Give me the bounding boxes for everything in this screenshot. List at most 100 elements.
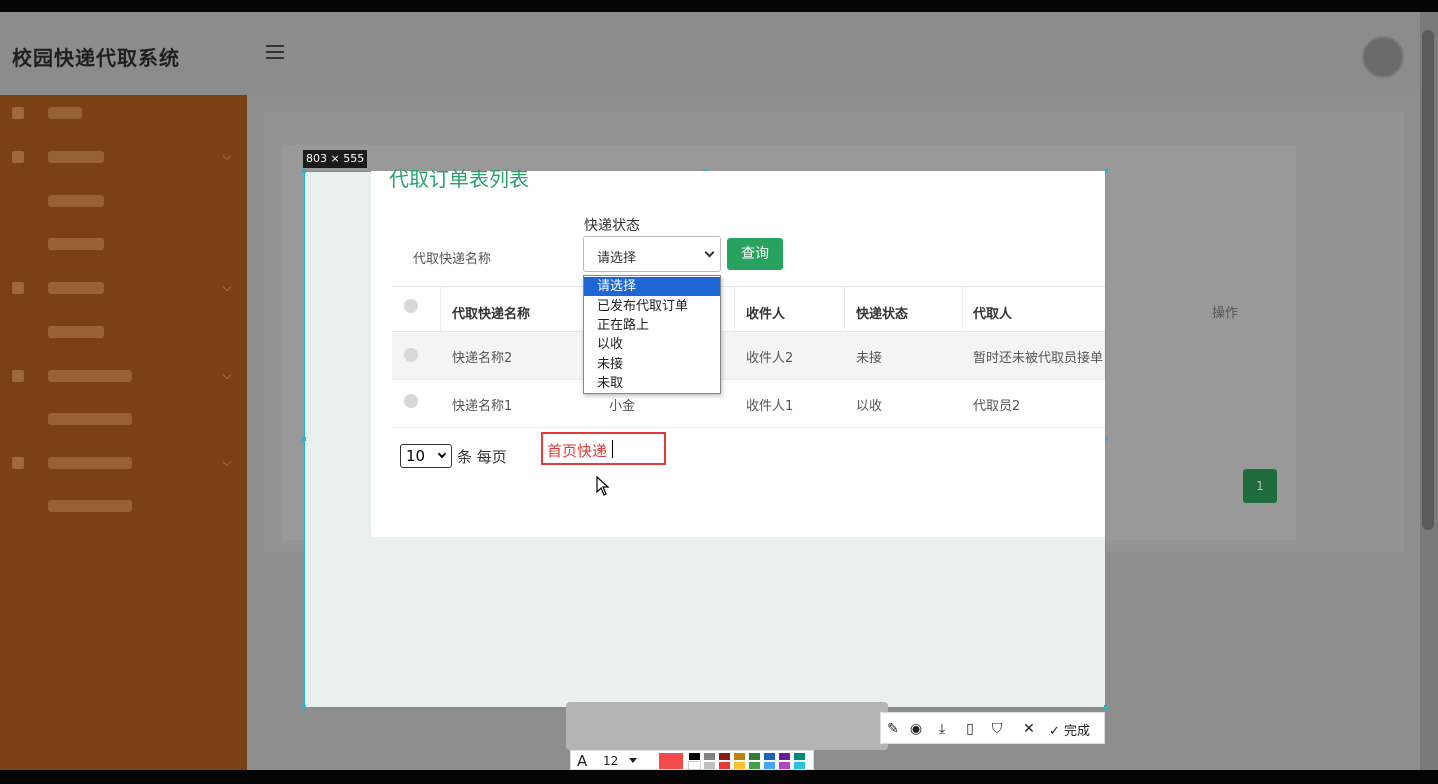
color-swatch[interactable] (719, 762, 730, 769)
table-header-recipient: 收件人 (746, 307, 786, 322)
sidebar-item-label (48, 238, 104, 250)
selection-handle[interactable] (1104, 705, 1108, 709)
sidebar (0, 95, 247, 770)
selection-handle[interactable] (302, 437, 306, 441)
sidebar-item-label (48, 500, 132, 512)
color-swatch[interactable] (749, 753, 760, 760)
chevron-down-icon (222, 457, 232, 467)
sidebar-item-label (48, 413, 132, 425)
selection-handle[interactable] (302, 169, 306, 173)
chevron-down-icon (222, 370, 232, 380)
selection-size-label: 803 × 555 (303, 150, 368, 168)
status-select[interactable]: 请选择 (583, 236, 721, 272)
pin-icon[interactable]: ✎ (884, 720, 902, 738)
save-icon[interactable]: ▯ (961, 720, 979, 738)
status-option[interactable]: 已发布代取订单 (584, 297, 720, 316)
chevron-down-icon (222, 151, 232, 161)
name-filter-label: 代取快递名称 (413, 252, 492, 267)
table-header-status: 快递状态 (856, 307, 909, 322)
sidebar-item-label (48, 151, 104, 163)
sidebar-item-home[interactable] (0, 95, 247, 135)
font-icon[interactable]: A (577, 752, 587, 770)
status-option[interactable]: 未取 (584, 374, 720, 393)
per-page-label: 条 每页 (457, 448, 507, 466)
status-option[interactable]: 请选择 (584, 277, 720, 296)
menu-icon (12, 151, 24, 163)
cell-sender: 小金 (609, 399, 636, 414)
table-header-actions: 操作 (1212, 306, 1239, 321)
sidebar-item-group-2[interactable] (0, 270, 247, 310)
cell-name: 快递名称2 (452, 351, 513, 366)
sidebar-item-label (48, 195, 104, 207)
page-size-select[interactable]: 10 (400, 444, 452, 468)
blurred-toolbar-region (566, 702, 888, 750)
sidebar-item-group-4[interactable] (0, 445, 247, 485)
table-header-courier: 代取人 (973, 307, 1013, 322)
status-option[interactable]: 以收 (584, 335, 720, 354)
page-number-button[interactable]: 1 (1243, 469, 1277, 503)
chevron-down-icon[interactable] (629, 758, 637, 763)
sidebar-subitem-1[interactable] (0, 183, 247, 223)
query-button[interactable]: 查询 (727, 238, 783, 270)
sidebar-item-label (48, 370, 132, 382)
sidebar-item-label (48, 326, 104, 338)
page-title: 代取订单表列表 (389, 167, 529, 191)
cell-recipient: 收件人1 (746, 399, 794, 414)
record-icon[interactable]: ◉ (907, 720, 925, 738)
cell-recipient: 收件人2 (746, 351, 794, 366)
done-button[interactable]: ✓ 完成 (1049, 720, 1090, 739)
status-option[interactable]: 未接 (584, 355, 720, 374)
sidebar-item-group-1[interactable] (0, 139, 247, 179)
color-swatch[interactable] (779, 753, 790, 760)
color-swatch[interactable] (764, 753, 775, 760)
cell-status: 未接 (856, 351, 883, 366)
font-size-value[interactable]: 12 (603, 754, 618, 768)
color-swatch[interactable] (794, 762, 805, 769)
color-swatch[interactable] (764, 762, 775, 769)
sidebar-subitem-5[interactable] (0, 488, 247, 528)
chevron-down-icon (437, 449, 447, 459)
bookmark-icon[interactable]: ⛉ (988, 720, 1006, 738)
menu-icon (12, 370, 24, 382)
close-icon[interactable]: ✕ (1020, 720, 1038, 738)
window-bottom-edge (0, 770, 1438, 784)
sidebar-item-label (48, 457, 132, 469)
color-swatch[interactable] (779, 762, 790, 769)
table-row[interactable]: 快递名称2 收件人2 未接 暂时还未被代取员接单 (392, 332, 1105, 380)
status-filter-label: 快递状态 (584, 218, 640, 234)
table-row[interactable]: 快递名称1 小金 收件人1 以收 代取员2 (392, 380, 1105, 428)
color-swatch[interactable] (719, 753, 730, 760)
download-icon[interactable]: ⤓ (933, 720, 951, 738)
sidebar-subitem-4[interactable] (0, 401, 247, 441)
window-top-edge (0, 0, 1438, 12)
color-swatch[interactable] (734, 762, 745, 769)
table-header-name: 代取快递名称 (452, 307, 531, 322)
current-color-swatch[interactable] (659, 753, 683, 769)
status-dropdown-list: 请选择 已发布代取订单 正在路上 以收 未接 未取 (583, 275, 721, 394)
row-checkbox[interactable] (404, 348, 418, 362)
color-swatch[interactable] (689, 753, 700, 760)
row-checkbox[interactable] (404, 394, 418, 408)
color-swatch[interactable] (794, 753, 805, 760)
status-select-value: 请选择 (597, 251, 637, 266)
status-option[interactable]: 正在路上 (584, 316, 720, 335)
color-swatch[interactable] (704, 753, 715, 760)
select-all-checkbox[interactable] (404, 299, 418, 313)
color-swatch[interactable] (734, 753, 745, 760)
screenshot-toolbar: ✎ ◉ ⤓ ▯ ⛉ ✕ ✓ 完成 (880, 712, 1105, 744)
sidebar-subitem-2[interactable] (0, 226, 247, 266)
text-caret (612, 440, 613, 458)
page-size-value: 10 (406, 447, 426, 465)
color-swatch[interactable] (704, 762, 715, 769)
table-header: 代取快递名称 收件人 快递状态 代取人 (392, 286, 1105, 332)
menu-icon (12, 282, 24, 294)
color-swatch[interactable] (688, 761, 701, 770)
menu-toggle-icon[interactable] (266, 45, 286, 61)
avatar[interactable] (1362, 36, 1404, 78)
page-scrollbar-thumb[interactable] (1422, 30, 1434, 530)
color-swatch[interactable] (749, 762, 760, 769)
sidebar-subitem-3[interactable] (0, 314, 247, 354)
cell-courier: 暂时还未被代取员接单 (973, 351, 1104, 366)
selection-handle[interactable] (302, 705, 306, 709)
sidebar-item-group-3[interactable] (0, 358, 247, 398)
